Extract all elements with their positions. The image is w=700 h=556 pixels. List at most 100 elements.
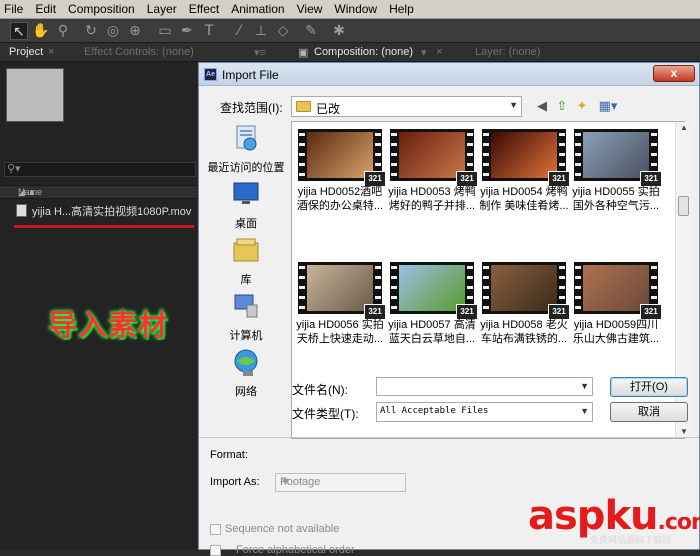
menu-effect[interactable]: Effect [183, 0, 225, 19]
after-effects-icon: Ae [204, 68, 217, 81]
dialog-title: Import File [222, 68, 279, 82]
watermark-com: .com [657, 510, 700, 535]
rotate-tool-icon[interactable]: ↻ [82, 22, 100, 40]
menu-edit[interactable]: Edit [29, 0, 62, 19]
folder-icon [296, 101, 311, 112]
file-caption: yijia HD0054 烤鸭制作 美味佳肴烤... [479, 186, 569, 212]
look-in-value: 已改 [316, 102, 341, 116]
pan-behind-tool-icon[interactable]: ⊕ [126, 22, 144, 40]
video-thumbnail: 321 [574, 262, 662, 320]
pen-tool-icon[interactable]: ✒ [178, 22, 196, 40]
hand-tool-icon[interactable]: ✋ [32, 22, 50, 40]
place-recent[interactable]: 最近访问的位置 [206, 123, 286, 175]
puppet-tool-icon[interactable]: ✱ [330, 22, 348, 40]
place-libraries[interactable]: 库 [206, 235, 286, 287]
project-column-header[interactable]: Name ◢ ▲ [0, 185, 198, 199]
project-panel-header: Project × Effect Controls: (none) [0, 43, 198, 62]
type-tool-icon[interactable]: T [200, 22, 218, 40]
place-network[interactable]: 网络 [206, 347, 286, 399]
file-tile[interactable]: 321 yijia HD0054 烤鸭制作 美味佳肴烤... [478, 123, 570, 227]
sort-arrow-icon[interactable]: ◢ ▲ [18, 186, 192, 199]
chevron-down-icon[interactable]: ▼ [580, 381, 589, 391]
tab-effect-controls[interactable]: Effect Controls: (none) [84, 46, 194, 58]
video-thumbnail: 321 [482, 129, 570, 187]
open-button[interactable]: 打开(O) [610, 377, 688, 397]
place-label: 库 [240, 274, 252, 286]
menu-view[interactable]: View [291, 0, 329, 19]
scroll-up-icon[interactable]: ▲ [680, 123, 688, 132]
annotation-label: 导入素材 [48, 308, 169, 342]
place-desktop[interactable]: 桌面 [206, 179, 286, 231]
file-type-dropdown[interactable]: All Acceptable Files ▼ [376, 402, 593, 422]
project-search-input[interactable]: ⚲▾ [4, 162, 196, 177]
place-label: 桌面 [235, 218, 257, 230]
file-caption: yijia HD0059四川乐山大佛古建筑... [572, 319, 660, 345]
filmstrip-holes [575, 129, 581, 181]
sequence-checkbox[interactable] [210, 524, 221, 535]
view-menu-icon[interactable]: ▦▾ [595, 98, 621, 116]
filmstrip-holes [575, 262, 581, 314]
filmstrip-holes [391, 129, 397, 181]
force-alphabetical-checkbox[interactable] [210, 545, 221, 556]
scroll-thumb[interactable] [678, 196, 689, 216]
camera-tool-icon[interactable]: ◎ [104, 22, 122, 40]
up-folder-icon[interactable]: ⇧ [553, 98, 571, 116]
selection-tool-icon[interactable]: ↖ [10, 22, 28, 40]
lock-icon[interactable]: ▣ [298, 46, 308, 59]
file-caption: yijia HD0056 实拍天桥上快速走动... [296, 319, 384, 345]
file-tile[interactable]: 321 yijia HD0055 实拍国外各种空气污... [570, 123, 662, 227]
file-caption: yijia HD0058 老火车站布满铁锈的... [480, 319, 568, 345]
scroll-down-icon[interactable]: ▼ [680, 427, 688, 436]
dialog-titlebar[interactable]: Ae Import File x [199, 63, 699, 86]
tab-layer[interactable]: Layer: (none) [475, 46, 540, 58]
file-tile[interactable]: 321 yijia HD0059四川乐山大佛古建筑... [570, 256, 662, 360]
brush-tool-icon[interactable]: ⁄ [230, 22, 248, 40]
tab-project[interactable]: Project [9, 46, 43, 58]
zoom-tool-icon[interactable]: ⚲ [54, 22, 72, 40]
panel-menu-icon[interactable]: ▾≡ [254, 46, 266, 59]
file-caption: yijia HD0055 实拍国外各种空气污... [572, 186, 660, 212]
project-item[interactable]: yijia H...高清实拍视频1080P.mov [0, 202, 198, 220]
close-tab-icon[interactable]: × [436, 46, 442, 58]
file-tile[interactable]: 321 yijia HD0056 实拍天桥上快速走动... [294, 256, 386, 360]
eraser-tool-icon[interactable]: ◇ [274, 22, 292, 40]
desktop-icon [233, 182, 259, 204]
composition-dropdown-icon[interactable]: ▾ [421, 46, 427, 59]
places-bar: 最近访问的位置 桌面 库 计算机 网络 [206, 121, 286, 439]
file-tile[interactable]: 321 yijia HD0053 烤鸭烤好的鸭子并排... [386, 123, 478, 227]
video-thumbnail: 321 [482, 262, 570, 320]
file-tile[interactable]: 321 yijia HD0058 老火车站布满铁锈的... [478, 256, 570, 360]
tab-composition[interactable]: Composition: (none) [314, 46, 413, 58]
file-name-input[interactable]: ▼ [376, 377, 593, 396]
file-tile[interactable]: 321 yijia HD0057 高清蓝天白云草地自... [386, 256, 478, 360]
dialog-close-button[interactable]: x [653, 65, 695, 82]
video-thumbnail: 321 [298, 129, 386, 187]
import-as-dropdown[interactable]: Footage ▼ [275, 473, 406, 492]
place-computer[interactable]: 计算机 [206, 291, 286, 343]
look-in-label: 查找范围(I): [220, 101, 283, 115]
clone-stamp-tool-icon[interactable]: ⊥ [252, 22, 270, 40]
chevron-down-icon: ▼ [509, 100, 518, 110]
search-icon: ⚲▾ [7, 162, 21, 175]
menu-composition[interactable]: Composition [62, 0, 141, 19]
back-icon[interactable]: ◀ [533, 98, 551, 116]
menu-animation[interactable]: Animation [225, 0, 290, 19]
file-type-label: 文件类型(T): [292, 407, 359, 421]
video-thumbnail: 321 [574, 129, 662, 187]
video-thumbnail: 321 [390, 129, 478, 187]
look-in-dropdown[interactable]: 已改 ▼ [291, 96, 522, 117]
rectangle-tool-icon[interactable]: ▭ [156, 22, 174, 40]
menu-help[interactable]: Help [383, 0, 420, 19]
menu-window[interactable]: Window [328, 0, 383, 19]
roto-brush-tool-icon[interactable]: ✎ [302, 22, 320, 40]
menu-layer[interactable]: Layer [141, 0, 183, 19]
close-tab-icon[interactable]: × [48, 46, 54, 58]
menu-file[interactable]: File [0, 0, 29, 19]
sequence-label: Sequence not available [225, 523, 340, 535]
new-folder-icon[interactable]: ✦ [573, 98, 591, 116]
filmstrip-holes [483, 262, 489, 314]
file-tile[interactable]: 321 yijia HD0052酒吧酒保的办公桌特... [294, 123, 386, 227]
viewer-panel-header: ▾≡ ▣ Composition: (none) ▾ × Layer: (non… [198, 43, 700, 62]
cancel-button[interactable]: 取消 [610, 402, 688, 422]
file-caption: yijia HD0052酒吧酒保的办公桌特... [296, 186, 384, 212]
